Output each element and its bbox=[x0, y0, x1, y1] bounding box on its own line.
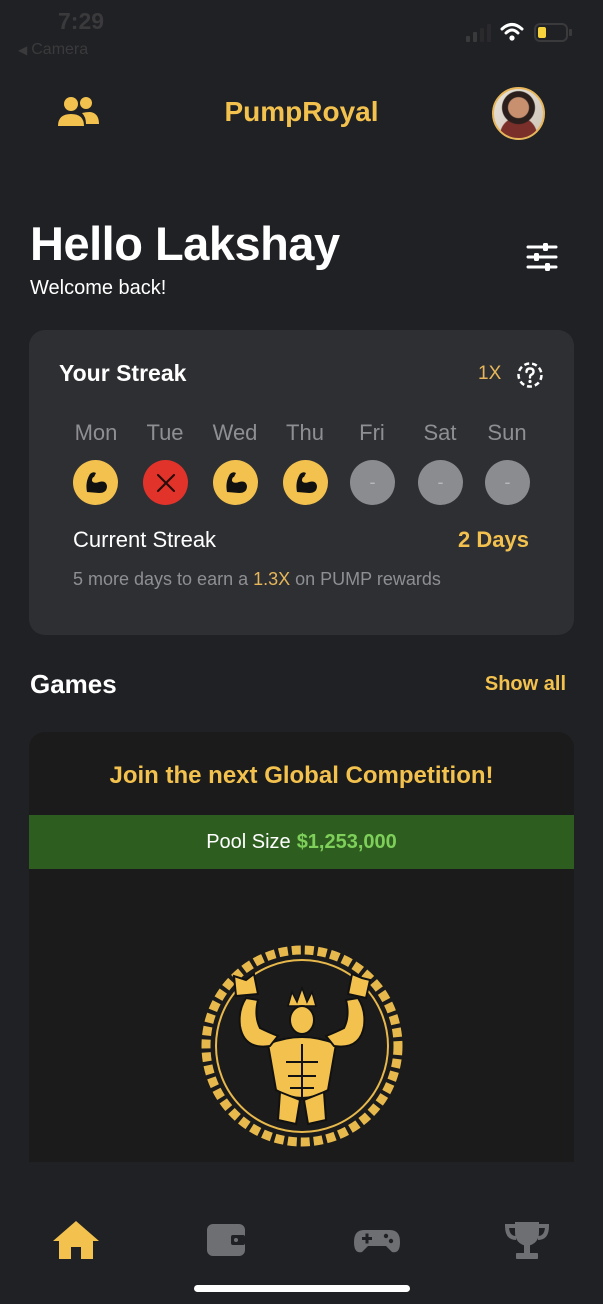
current-streak-value: 2 Days bbox=[458, 527, 529, 552]
streak-multiplier: 1X bbox=[478, 363, 502, 384]
wifi-icon bbox=[500, 23, 524, 41]
battery-icon bbox=[534, 23, 572, 42]
current-streak-label: Current Streak bbox=[73, 527, 217, 552]
day-status-sun: - bbox=[485, 460, 530, 505]
avatar[interactable] bbox=[492, 87, 545, 140]
day-label-fri: Fri bbox=[359, 420, 385, 445]
streak-hint-multiplier: 1.3X bbox=[253, 569, 291, 589]
trophy-icon[interactable] bbox=[502, 1218, 552, 1262]
wallet-icon[interactable] bbox=[201, 1218, 251, 1262]
gamepad-icon[interactable] bbox=[352, 1218, 402, 1262]
day-label-tue: Tue bbox=[146, 420, 184, 445]
streak-hint-after: on PUMP rewards bbox=[290, 569, 441, 589]
streak-hint: 5 more days to earn a 1.3X on PUMP rewar… bbox=[73, 569, 441, 590]
competition-title: Join the next Global Competition! bbox=[109, 762, 494, 789]
pool-size-label: Pool Size bbox=[206, 830, 291, 853]
day-label-thu: Thu bbox=[286, 420, 324, 445]
day-label-sun: Sun bbox=[487, 420, 527, 445]
day-status-wed bbox=[213, 460, 258, 505]
flexed-bicep-icon bbox=[225, 471, 247, 493]
day-label-wed: Wed bbox=[212, 420, 258, 445]
streak-title: Your Streak bbox=[59, 360, 187, 386]
home-icon[interactable] bbox=[51, 1218, 101, 1262]
greeting-title: Hello Lakshay bbox=[30, 217, 340, 270]
show-all-games-link[interactable]: Show all bbox=[460, 673, 566, 696]
games-section-title: Games bbox=[30, 669, 117, 699]
day-label-sat: Sat bbox=[423, 420, 457, 445]
back-to-app-link[interactable]: ◀ Camera bbox=[18, 41, 88, 59]
filter-settings-icon[interactable] bbox=[526, 242, 558, 272]
pool-size-bar: Pool Size $1,253,000 bbox=[29, 815, 574, 869]
pumproyal-king-logo bbox=[201, 945, 403, 1147]
flexed-bicep-icon bbox=[85, 471, 107, 493]
greeting-subtitle: Welcome back! bbox=[30, 277, 167, 299]
status-time: 7:29 bbox=[58, 8, 105, 34]
back-triangle-icon: ◀ bbox=[18, 43, 28, 57]
day-status-sat: - bbox=[418, 460, 463, 505]
home-indicator[interactable] bbox=[194, 1285, 410, 1292]
day-status-thu bbox=[283, 460, 328, 505]
streak-hint-before: 5 more days to earn a bbox=[73, 569, 254, 589]
cellular-signal-icon bbox=[466, 24, 491, 42]
x-mark-icon bbox=[156, 473, 175, 492]
back-app-label: Camera bbox=[31, 41, 89, 58]
day-label-mon: Mon bbox=[74, 420, 118, 445]
pool-size-amount: $1,253,000 bbox=[296, 830, 397, 853]
day-status-tue bbox=[143, 460, 188, 505]
day-status-fri: - bbox=[350, 460, 395, 505]
day-status-mon bbox=[73, 460, 118, 505]
flexed-bicep-icon bbox=[295, 471, 317, 493]
help-icon[interactable] bbox=[516, 361, 544, 389]
